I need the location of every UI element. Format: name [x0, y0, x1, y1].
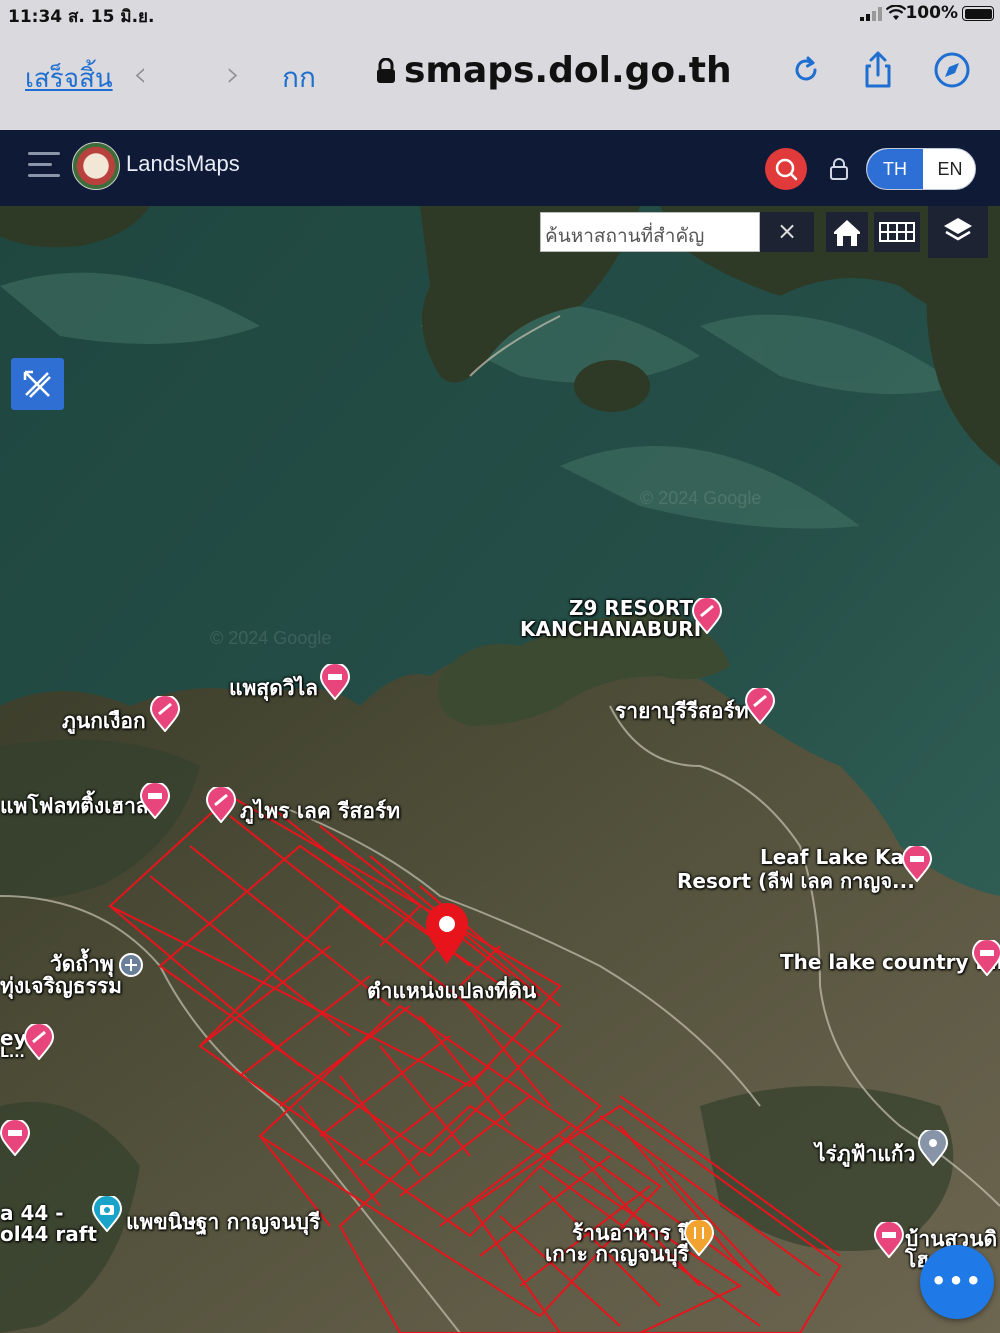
map-label-phae-nintha[interactable]: แพขนิษฐา กาญจนบุรี	[126, 1206, 320, 1239]
layers-button[interactable]	[928, 206, 988, 258]
map-label-leaf-resort[interactable]: Resort (ลีฟ เลค กาญจ...	[677, 865, 915, 897]
lang-en-option[interactable]: EN	[923, 149, 975, 189]
map-label-restaurant-line2[interactable]: เกาะ กาญจนบุรี	[545, 1238, 689, 1271]
hotel-pin-icon[interactable]	[140, 783, 170, 819]
compass-icon[interactable]	[932, 50, 972, 90]
resort-pin-icon[interactable]	[24, 1024, 54, 1060]
more-options-button[interactable]: •••	[920, 1245, 994, 1319]
map-label-rayaburi[interactable]: รายาบุรีรีสอร์ท	[615, 695, 749, 728]
home-button[interactable]	[826, 212, 868, 252]
map-label-wat-line2[interactable]: ทุ่งเจริญธรรม	[0, 970, 122, 1003]
url-text: smaps.dol.go.th	[404, 50, 732, 91]
more-dots-icon: •••	[930, 1267, 984, 1295]
hotel-pin-icon[interactable]	[692, 598, 722, 634]
hotel-pin-icon[interactable]	[902, 846, 932, 882]
browser-toolbar: เสร็จสิ้น ‹ › กก smaps.dol.go.th	[0, 28, 1000, 130]
map-label-phu-nok-ngueak[interactable]: ภูนกเงือก	[62, 705, 146, 738]
resort-pin-icon[interactable]	[150, 696, 180, 732]
parcel-location-marker-icon[interactable]	[424, 902, 470, 966]
hotel-pin-icon[interactable]	[972, 940, 1000, 976]
home-icon	[834, 220, 860, 246]
map-label-phae-float[interactable]: แพโฟลทติ้งเฮาส์	[0, 790, 149, 823]
ruler-pencil-icon	[23, 370, 51, 398]
map-label-edge-l[interactable]: L...	[0, 1045, 25, 1061]
map-watermark: © 2024 Google	[210, 628, 332, 648]
map-label-z9-kanchanaburi[interactable]: KANCHANABURI	[520, 617, 701, 641]
layers-icon	[944, 218, 972, 241]
search-icon	[775, 158, 798, 181]
map-label-phae-sudwilai[interactable]: แพสุดวิไล	[229, 672, 318, 705]
place-pin-icon[interactable]	[918, 1130, 948, 1166]
battery-percent: 100%	[905, 3, 958, 23]
grid-icon	[879, 222, 915, 242]
signal-icon	[860, 7, 882, 21]
wifi-icon	[886, 5, 906, 20]
app-header: LandsMaps	[0, 130, 1000, 206]
resort-pin-icon[interactable]	[745, 688, 775, 724]
map-watermark: © 2024 Google	[640, 488, 762, 508]
temple-pin-icon[interactable]	[116, 950, 146, 986]
status-time: 11:34 ส. 15 มิ.ย.	[8, 7, 155, 27]
place-search-input[interactable]: ค้นหาสถานที่สำคัญ	[540, 212, 760, 252]
reload-icon[interactable]	[786, 50, 826, 90]
hotel-pin-icon[interactable]	[0, 1120, 30, 1156]
hotel-pin-icon[interactable]	[874, 1222, 904, 1258]
camera-pin-icon[interactable]	[92, 1196, 122, 1232]
department-logo	[72, 142, 120, 190]
resort-pin-icon[interactable]	[206, 787, 236, 823]
lang-th-option[interactable]: TH	[867, 149, 923, 189]
address-bar[interactable]: smaps.dol.go.th	[376, 50, 732, 91]
map-label-lake-country[interactable]: The lake country hill	[780, 950, 1000, 974]
login-lock-icon[interactable]	[828, 156, 850, 182]
share-icon[interactable]	[858, 50, 898, 90]
map-label-phuphrai[interactable]: ภูไพร เลค รีสอร์ท	[240, 795, 400, 828]
draw-tool-button[interactable]	[11, 358, 64, 410]
status-bar: 11:34 ส. 15 มิ.ย. 100%	[0, 0, 1000, 28]
map-label-rai-phufa[interactable]: ไร่ภูฟ้าแก้ว	[815, 1138, 915, 1171]
menu-icon[interactable]	[28, 152, 60, 178]
map-label-parcel-location: ตำแหน่งแปลงที่ดิน	[367, 979, 537, 1003]
battery-icon	[962, 6, 994, 21]
text-size-button[interactable]: กก	[282, 56, 316, 100]
forward-icon[interactable]: ›	[226, 54, 240, 95]
clear-search-button[interactable]: ×	[760, 212, 814, 252]
back-icon[interactable]: ‹	[133, 54, 147, 95]
map-label-edge-44b[interactable]: ol44 raft	[0, 1222, 97, 1246]
search-button[interactable]	[765, 148, 807, 190]
lock-icon	[377, 58, 395, 83]
grid-button[interactable]	[874, 212, 920, 252]
restaurant-pin-icon[interactable]	[684, 1220, 714, 1256]
app-title: LandsMaps	[126, 151, 240, 176]
done-button[interactable]: เสร็จสิ้น	[25, 58, 113, 99]
hotel-pin-icon[interactable]	[320, 664, 350, 700]
language-toggle[interactable]: TH EN	[866, 148, 976, 190]
